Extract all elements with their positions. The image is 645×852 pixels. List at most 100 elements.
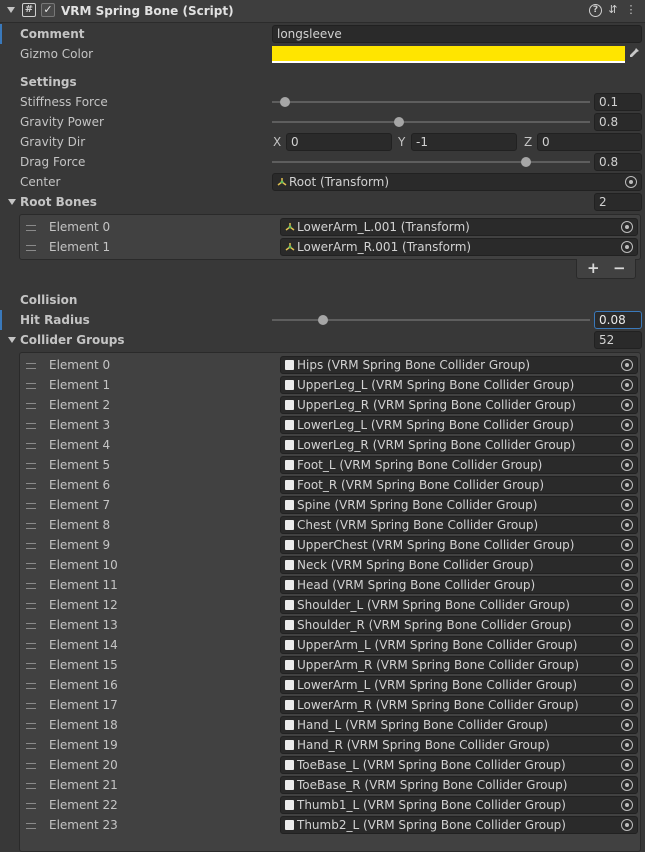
element-object-field[interactable]: UpperLeg_R (VRM Spring Bone Collider Gro…	[280, 396, 638, 414]
drag-handle-icon[interactable]	[26, 483, 36, 489]
add-element-button[interactable]: +	[587, 259, 600, 277]
drag-handle-icon[interactable]	[26, 723, 36, 729]
drag-handle-icon[interactable]	[26, 523, 36, 529]
element-object-field[interactable]: LowerArm_L.001 (Transform)	[280, 218, 638, 236]
object-picker-icon[interactable]	[621, 479, 633, 491]
object-picker-icon[interactable]	[621, 559, 633, 571]
object-picker-icon[interactable]	[621, 719, 633, 731]
element-object-field[interactable]: Foot_R (VRM Spring Bone Collider Group)	[280, 476, 638, 494]
gravity-dir-x-field[interactable]: 0	[286, 133, 392, 151]
element-object-field[interactable]: Spine (VRM Spring Bone Collider Group)	[280, 496, 638, 514]
element-object-field[interactable]: UpperChest (VRM Spring Bone Collider Gro…	[280, 536, 638, 554]
drag-handle-icon[interactable]	[26, 663, 36, 669]
element-object-field[interactable]: LowerLeg_R (VRM Spring Bone Collider Gro…	[280, 436, 638, 454]
root-bones-foldout-icon[interactable]	[8, 199, 16, 205]
component-header[interactable]: # ✓ VRM Spring Bone (Script) ? ⇵ ⋮	[0, 0, 645, 23]
drag-force-value-field[interactable]: 0.8	[594, 153, 642, 171]
drag-force-slider-knob[interactable]	[521, 157, 532, 167]
remove-element-button[interactable]: −	[613, 259, 626, 277]
drag-handle-icon[interactable]	[26, 583, 36, 589]
element-object-field[interactable]: Thumb1_L (VRM Spring Bone Collider Group…	[280, 796, 638, 814]
collider-groups-size-field[interactable]: 52	[594, 331, 642, 349]
element-object-field[interactable]: LowerArm_R.001 (Transform)	[280, 238, 638, 256]
object-picker-icon[interactable]	[621, 359, 633, 371]
context-menu-icon[interactable]: ⋮	[624, 3, 638, 17]
drag-handle-icon[interactable]	[26, 743, 36, 749]
object-picker-icon[interactable]	[621, 439, 633, 451]
object-picker-icon[interactable]	[621, 639, 633, 651]
drag-handle-icon[interactable]	[26, 503, 36, 509]
root-bones-size-field[interactable]: 2	[594, 193, 642, 211]
object-picker-icon[interactable]	[621, 659, 633, 671]
object-picker-icon[interactable]	[621, 779, 633, 791]
foldout-arrow-icon[interactable]	[7, 7, 15, 13]
drag-handle-icon[interactable]	[26, 543, 36, 549]
object-picker-icon[interactable]	[621, 619, 633, 631]
drag-force-slider-track[interactable]	[272, 161, 590, 163]
object-picker-icon[interactable]	[621, 419, 633, 431]
stiffness-value-field[interactable]: 0.1	[594, 93, 642, 111]
enabled-checkbox[interactable]: ✓	[41, 3, 55, 17]
drag-handle-icon[interactable]	[26, 603, 36, 609]
drag-handle-icon[interactable]	[26, 823, 36, 829]
comment-field[interactable]: longsleeve	[272, 25, 642, 43]
drag-handle-icon[interactable]	[26, 763, 36, 769]
presets-icon[interactable]: ⇵	[606, 3, 620, 17]
element-object-field[interactable]: Shoulder_L (VRM Spring Bone Collider Gro…	[280, 596, 638, 614]
element-object-field[interactable]: LowerArm_R (VRM Spring Bone Collider Gro…	[280, 696, 638, 714]
element-object-field[interactable]: ToeBase_R (VRM Spring Bone Collider Grou…	[280, 776, 638, 794]
object-picker-icon[interactable]	[621, 819, 633, 831]
object-picker-icon[interactable]	[621, 539, 633, 551]
object-picker-icon[interactable]	[621, 739, 633, 751]
element-object-field[interactable]: UpperLeg_L (VRM Spring Bone Collider Gro…	[280, 376, 638, 394]
drag-handle-icon[interactable]	[26, 403, 36, 409]
element-object-field[interactable]: Hand_L (VRM Spring Bone Collider Group)	[280, 716, 638, 734]
object-picker-icon[interactable]	[621, 759, 633, 771]
gizmo-color-swatch[interactable]	[272, 46, 625, 63]
drag-handle-icon[interactable]	[26, 803, 36, 809]
drag-handle-icon[interactable]	[26, 683, 36, 689]
element-object-field[interactable]: ToeBase_L (VRM Spring Bone Collider Grou…	[280, 756, 638, 774]
drag-handle-icon[interactable]	[26, 245, 36, 251]
hit-radius-slider-knob[interactable]	[317, 315, 328, 325]
element-object-field[interactable]: Foot_L (VRM Spring Bone Collider Group)	[280, 456, 638, 474]
object-picker-icon[interactable]	[621, 599, 633, 611]
element-object-field[interactable]: Chest (VRM Spring Bone Collider Group)	[280, 516, 638, 534]
element-object-field[interactable]: Thumb2_L (VRM Spring Bone Collider Group…	[280, 816, 638, 834]
object-picker-icon[interactable]	[621, 799, 633, 811]
drag-handle-icon[interactable]	[26, 623, 36, 629]
drag-handle-icon[interactable]	[26, 443, 36, 449]
drag-handle-icon[interactable]	[26, 783, 36, 789]
element-object-field[interactable]: Neck (VRM Spring Bone Collider Group)	[280, 556, 638, 574]
object-picker-icon[interactable]	[621, 241, 633, 253]
element-object-field[interactable]: LowerArm_L (VRM Spring Bone Collider Gro…	[280, 676, 638, 694]
object-picker-icon[interactable]	[621, 699, 633, 711]
drag-handle-icon[interactable]	[26, 225, 36, 231]
center-object-field[interactable]: Root (Transform)	[272, 173, 642, 191]
object-picker-icon[interactable]	[621, 679, 633, 691]
object-picker-icon[interactable]	[621, 399, 633, 411]
stiffness-slider-knob[interactable]	[279, 97, 290, 107]
element-object-field[interactable]: Hips (VRM Spring Bone Collider Group)	[280, 356, 638, 374]
object-picker-icon[interactable]	[621, 519, 633, 531]
object-picker-icon[interactable]	[621, 579, 633, 591]
element-object-field[interactable]: Shoulder_R (VRM Spring Bone Collider Gro…	[280, 616, 638, 634]
collider-groups-header[interactable]: Collider Groups 52	[0, 330, 645, 350]
drag-handle-icon[interactable]	[26, 423, 36, 429]
gravity-power-slider-knob[interactable]	[394, 117, 405, 127]
gravity-dir-z-field[interactable]: 0	[537, 133, 642, 151]
element-object-field[interactable]: UpperArm_R (VRM Spring Bone Collider Gro…	[280, 656, 638, 674]
element-object-field[interactable]: Head (VRM Spring Bone Collider Group)	[280, 576, 638, 594]
object-picker-icon[interactable]	[621, 221, 633, 233]
element-object-field[interactable]: Hand_R (VRM Spring Bone Collider Group)	[280, 736, 638, 754]
element-object-field[interactable]: LowerLeg_L (VRM Spring Bone Collider Gro…	[280, 416, 638, 434]
eyedropper-icon[interactable]	[628, 47, 640, 59]
root-bones-header[interactable]: Root Bones 2	[0, 192, 645, 212]
drag-handle-icon[interactable]	[26, 363, 36, 369]
gravity-power-value-field[interactable]: 0.8	[594, 113, 642, 131]
object-picker-icon[interactable]	[621, 499, 633, 511]
help-icon[interactable]: ?	[589, 4, 602, 17]
element-object-field[interactable]: UpperArm_L (VRM Spring Bone Collider Gro…	[280, 636, 638, 654]
object-picker-icon[interactable]	[625, 176, 637, 188]
collider-groups-foldout-icon[interactable]	[8, 337, 16, 343]
